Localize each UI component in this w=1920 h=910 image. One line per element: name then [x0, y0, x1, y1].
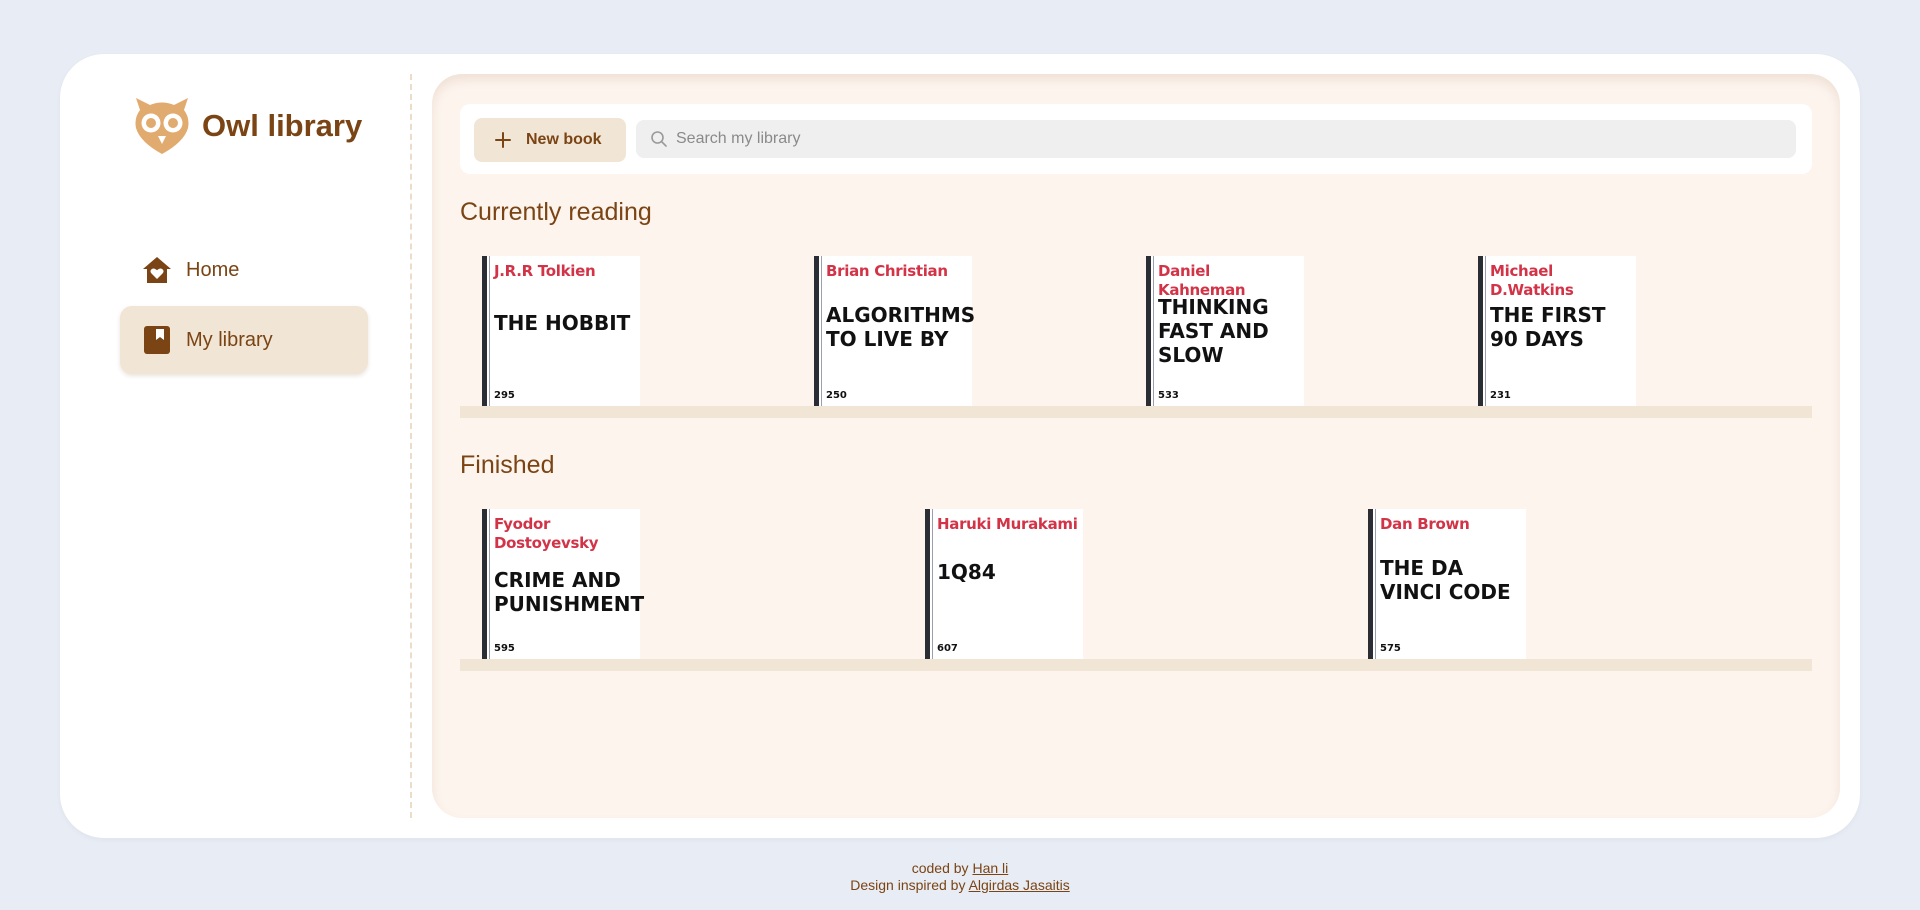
- footer-designer-link[interactable]: Algirdas Jasaitis: [969, 877, 1070, 893]
- book-pages: 575: [1380, 643, 1401, 654]
- book-title: THE DA VINCI CODE: [1380, 556, 1511, 604]
- sidebar: Owl library Home My library: [60, 54, 410, 838]
- book-pages: 533: [1158, 390, 1179, 401]
- new-book-button[interactable]: New book: [474, 118, 626, 162]
- new-book-label: New book: [526, 131, 602, 148]
- book-card[interactable]: Dan Brown THE DA VINCI CODE 575: [1368, 509, 1526, 659]
- footer-inspiration-line: Design inspired by Algirdas Jasaitis: [0, 877, 1920, 894]
- sidebar-item-home[interactable]: Home: [120, 236, 368, 304]
- book-card[interactable]: Daniel Kahneman THINKING FAST AND SLOW 5…: [1146, 256, 1304, 406]
- book-author: J.R.R Tolkien: [494, 262, 596, 280]
- book-pages: 250: [826, 390, 847, 401]
- book-card[interactable]: Brian Christian ALGORITHMS TO LIVE BY 25…: [814, 256, 976, 406]
- book-pages: 607: [937, 643, 958, 654]
- search-icon: [651, 131, 667, 147]
- sidebar-item-my-library[interactable]: My library: [120, 306, 368, 374]
- book-author: Haruki Murakami: [937, 515, 1078, 533]
- search-input[interactable]: [676, 130, 1776, 148]
- footer: coded by Han li Design inspired by Algir…: [0, 860, 1920, 894]
- sidebar-item-label: Home: [186, 258, 240, 281]
- footer-coded-by-text: coded by: [911, 860, 969, 876]
- app-window: Owl library Home My library New book Sea…: [60, 54, 1860, 838]
- book-pages: 231: [1490, 390, 1511, 401]
- book-title: CRIME AND PUNISHMENT: [494, 568, 645, 616]
- shelf: [460, 406, 1812, 418]
- owl-icon: [135, 98, 189, 154]
- toolbar: New book: [460, 104, 1812, 174]
- book-card[interactable]: Michael D.Watkins THE FIRST 90 DAYS 231: [1478, 256, 1636, 406]
- book-title: THE FIRST 90 DAYS: [1490, 303, 1606, 351]
- book-title: THINKING FAST AND SLOW: [1158, 295, 1269, 367]
- footer-credit-line: coded by Han li: [0, 860, 1920, 877]
- book-card[interactable]: Fyodor Dostoyevsky CRIME AND PUNISHMENT …: [482, 509, 645, 659]
- sidebar-item-label: My library: [186, 328, 273, 351]
- book-author: Dan Brown: [1380, 515, 1470, 533]
- search-box[interactable]: [636, 120, 1796, 158]
- bookmark-book-icon: [144, 326, 170, 354]
- footer-author-link[interactable]: Han li: [972, 860, 1008, 876]
- plus-icon: [495, 132, 511, 148]
- book-card[interactable]: Haruki Murakami 1Q84 607: [925, 509, 1083, 659]
- section-title-finished: Finished: [460, 451, 555, 479]
- section-title-currently-reading: Currently reading: [460, 198, 652, 226]
- book-author: Brian Christian: [826, 262, 948, 280]
- app-title: Owl library: [202, 108, 363, 143]
- book-title: THE HOBBIT: [494, 311, 631, 335]
- home-heart-icon: [143, 257, 171, 283]
- book-author: Michael D.Watkins: [1490, 262, 1574, 299]
- sidebar-divider: [410, 74, 412, 818]
- book-title: 1Q84: [937, 560, 996, 584]
- book-card[interactable]: J.R.R Tolkien THE HOBBIT 295: [482, 256, 640, 406]
- book-pages: 595: [494, 643, 515, 654]
- shelf: [460, 659, 1812, 671]
- main-content: New book Currently reading J.R.R Tolkien…: [432, 74, 1840, 818]
- footer-inspired-text: Design inspired by: [850, 877, 966, 893]
- logo[interactable]: Owl library: [132, 96, 362, 156]
- book-pages: 295: [494, 390, 515, 401]
- book-title: ALGORITHMS TO LIVE BY: [826, 303, 976, 351]
- book-author: Fyodor Dostoyevsky: [494, 515, 599, 552]
